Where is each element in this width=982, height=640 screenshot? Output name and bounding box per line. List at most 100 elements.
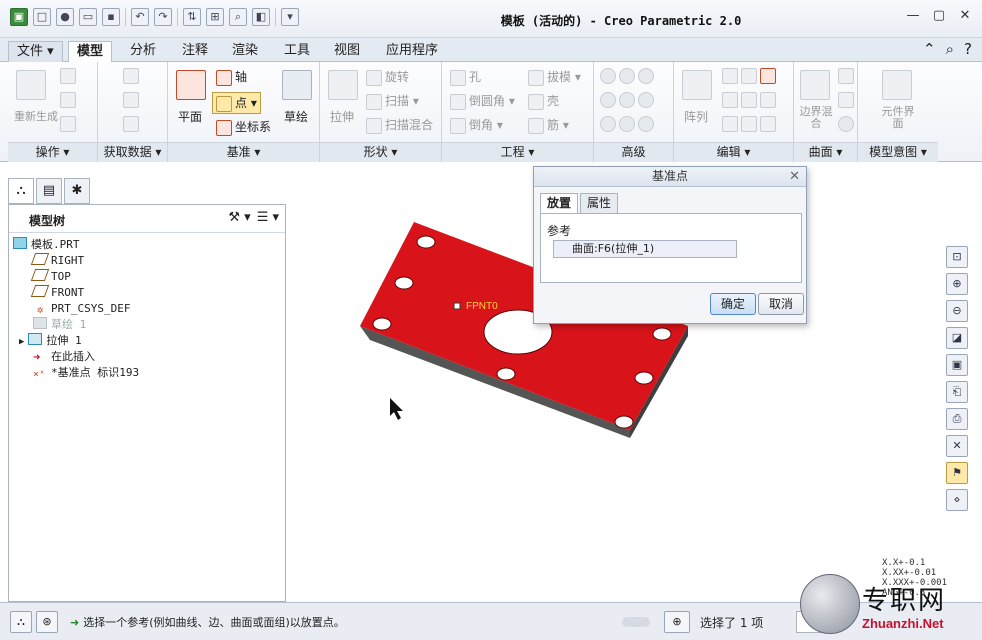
tab-annotate[interactable]: 注释 bbox=[174, 41, 216, 62]
annotation-display-icon[interactable]: ⚑ bbox=[946, 462, 968, 484]
tree-item[interactable]: 模板.PRT bbox=[13, 237, 80, 253]
tab-placement[interactable]: 放置 bbox=[540, 193, 579, 213]
datum-point-marker[interactable] bbox=[453, 302, 461, 310]
saved-orientations-icon[interactable]: ⎗ bbox=[946, 381, 968, 403]
freestyle-icon[interactable] bbox=[838, 116, 854, 132]
tab-analysis[interactable]: 分析 bbox=[122, 41, 164, 62]
group-label-datum[interactable]: 基准 ▾ bbox=[168, 142, 319, 162]
tree-item[interactable]: ×ˣ *基准点 标识193 bbox=[33, 365, 139, 381]
sketch-button[interactable] bbox=[282, 70, 315, 100]
trim-icon[interactable] bbox=[722, 92, 738, 108]
style-icon[interactable] bbox=[838, 92, 854, 108]
favorites-tab[interactable]: ✱ bbox=[64, 178, 90, 204]
group-label-editing[interactable]: 编辑 ▾ bbox=[674, 142, 793, 162]
wrap-icon[interactable] bbox=[760, 92, 776, 108]
delete-button[interactable] bbox=[60, 116, 79, 132]
boundary-blend-button[interactable] bbox=[800, 70, 833, 100]
group-label-advanced[interactable]: 高级 bbox=[594, 142, 673, 162]
regenerate-button[interactable] bbox=[16, 70, 49, 100]
merge-button[interactable] bbox=[123, 116, 142, 132]
tab-render[interactable]: 渲染 bbox=[224, 41, 266, 62]
component-interface-button[interactable] bbox=[882, 70, 915, 100]
advanced-tool-icon[interactable] bbox=[600, 68, 616, 84]
tab-properties[interactable]: 属性 bbox=[580, 193, 619, 213]
axis-button[interactable]: 轴 bbox=[216, 68, 247, 86]
tab-applications[interactable]: 应用程序 bbox=[378, 41, 446, 62]
copy-geometry-button[interactable] bbox=[123, 92, 142, 108]
advanced-tool-icon[interactable] bbox=[600, 92, 616, 108]
close-icon[interactable]: ✕ bbox=[956, 8, 974, 24]
solidify-icon[interactable] bbox=[760, 116, 776, 132]
group-label-engineering[interactable]: 工程 ▾ bbox=[442, 142, 593, 162]
point-button[interactable]: 点 ▾ bbox=[212, 92, 261, 114]
user-defined-feature-button[interactable] bbox=[123, 68, 142, 84]
find-icon[interactable]: ⊕ bbox=[664, 611, 690, 633]
advanced-tool-icon[interactable] bbox=[638, 116, 654, 132]
tree-item[interactable]: ✲ PRT_CSYS_DEF bbox=[33, 301, 131, 317]
spin-center-icon[interactable]: ⋄ bbox=[946, 489, 968, 511]
extend-icon[interactable] bbox=[741, 68, 757, 84]
group-label-operations[interactable]: 操作 ▾ bbox=[8, 142, 97, 162]
round-button[interactable]: 倒圆角 ▾ bbox=[450, 92, 515, 110]
cancel-button[interactable]: 取消 bbox=[758, 293, 804, 315]
rib-button[interactable]: 筋 ▾ bbox=[528, 116, 569, 134]
shell-button[interactable]: 壳 bbox=[528, 92, 559, 110]
advanced-tool-icon[interactable] bbox=[638, 68, 654, 84]
group-label-surfaces[interactable]: 曲面 ▾ bbox=[794, 142, 857, 162]
dialog-close-icon[interactable]: ✕ bbox=[789, 167, 800, 186]
offset-icon[interactable] bbox=[741, 92, 757, 108]
pattern-button[interactable] bbox=[682, 70, 715, 100]
mirror-icon[interactable] bbox=[722, 68, 738, 84]
merge-surface-icon[interactable] bbox=[722, 116, 738, 132]
advanced-tool-icon[interactable] bbox=[619, 92, 635, 108]
draft-button[interactable]: 拔模 ▾ bbox=[528, 68, 581, 86]
minimize-icon[interactable]: — bbox=[904, 8, 922, 24]
tab-view[interactable]: 视图 bbox=[326, 41, 368, 62]
search-help-icon[interactable]: ⌕ bbox=[946, 40, 954, 58]
datum-display-icon[interactable]: ✕ bbox=[946, 435, 968, 457]
regeneration-slider[interactable] bbox=[622, 617, 650, 627]
plane-button[interactable] bbox=[176, 70, 209, 100]
fill-icon[interactable] bbox=[838, 68, 854, 84]
zoom-in-icon[interactable]: ⊕ bbox=[946, 273, 968, 295]
tree-item[interactable]: ▶ 拉伸 1 bbox=[19, 333, 82, 349]
swept-blend-button[interactable]: 扫描混合 bbox=[366, 116, 433, 134]
tree-item[interactable]: ➜ 在此插入 bbox=[33, 349, 95, 365]
folder-browser-tab[interactable]: ▤ bbox=[36, 178, 62, 204]
tree-item[interactable]: RIGHT bbox=[30, 253, 84, 269]
tab-model[interactable]: 模型 bbox=[68, 41, 113, 62]
group-label-shapes[interactable]: 形状 ▾ bbox=[320, 142, 441, 162]
tree-settings-icon[interactable]: ⚒ ▾ bbox=[228, 210, 250, 225]
advanced-tool-icon[interactable] bbox=[600, 116, 616, 132]
extrude-button[interactable] bbox=[328, 70, 361, 100]
advanced-tool-icon[interactable] bbox=[619, 116, 635, 132]
tab-file[interactable]: 文件 ▾ bbox=[8, 41, 63, 62]
chamfer-button[interactable]: 倒角 ▾ bbox=[450, 116, 503, 134]
advanced-tool-icon[interactable] bbox=[619, 68, 635, 84]
tree-item[interactable]: FRONT bbox=[30, 285, 84, 301]
thicken-icon[interactable] bbox=[741, 116, 757, 132]
display-style-icon[interactable]: ▣ bbox=[946, 354, 968, 376]
hole-button[interactable]: 孔 bbox=[450, 68, 481, 86]
copy-button[interactable] bbox=[60, 68, 79, 84]
advanced-tool-icon[interactable] bbox=[638, 92, 654, 108]
repaint-icon[interactable]: ◪ bbox=[946, 327, 968, 349]
model-tree-tab[interactable]: ⛬ bbox=[8, 178, 34, 204]
reference-collector[interactable]: 曲面:F6(拉伸_1) bbox=[553, 240, 737, 258]
paste-button[interactable] bbox=[60, 92, 79, 108]
maximize-icon[interactable]: ▢ bbox=[930, 8, 948, 24]
refit-icon[interactable]: ⊡ bbox=[946, 246, 968, 268]
toggle-navigator-icon[interactable]: ⛬ bbox=[10, 611, 32, 633]
sweep-button[interactable]: 扫描 ▾ bbox=[366, 92, 419, 110]
toggle-browser-icon[interactable]: ⊛ bbox=[36, 611, 58, 633]
view-manager-icon[interactable]: ⎙ bbox=[946, 408, 968, 430]
help-icon[interactable]: ? bbox=[964, 40, 972, 58]
tree-item[interactable]: TOP bbox=[30, 269, 71, 285]
tree-filters-icon[interactable]: ☰ ▾ bbox=[257, 210, 279, 225]
revolve-button[interactable]: 旋转 bbox=[366, 68, 409, 86]
tree-item[interactable]: 草绘 1 bbox=[33, 317, 86, 333]
tab-tools[interactable]: 工具 bbox=[276, 41, 318, 62]
group-label-model-intent[interactable]: 模型意图 ▾ bbox=[858, 142, 938, 162]
expand-icon[interactable]: ▶ bbox=[19, 337, 24, 347]
group-label-get-data[interactable]: 获取数据 ▾ bbox=[98, 142, 167, 162]
